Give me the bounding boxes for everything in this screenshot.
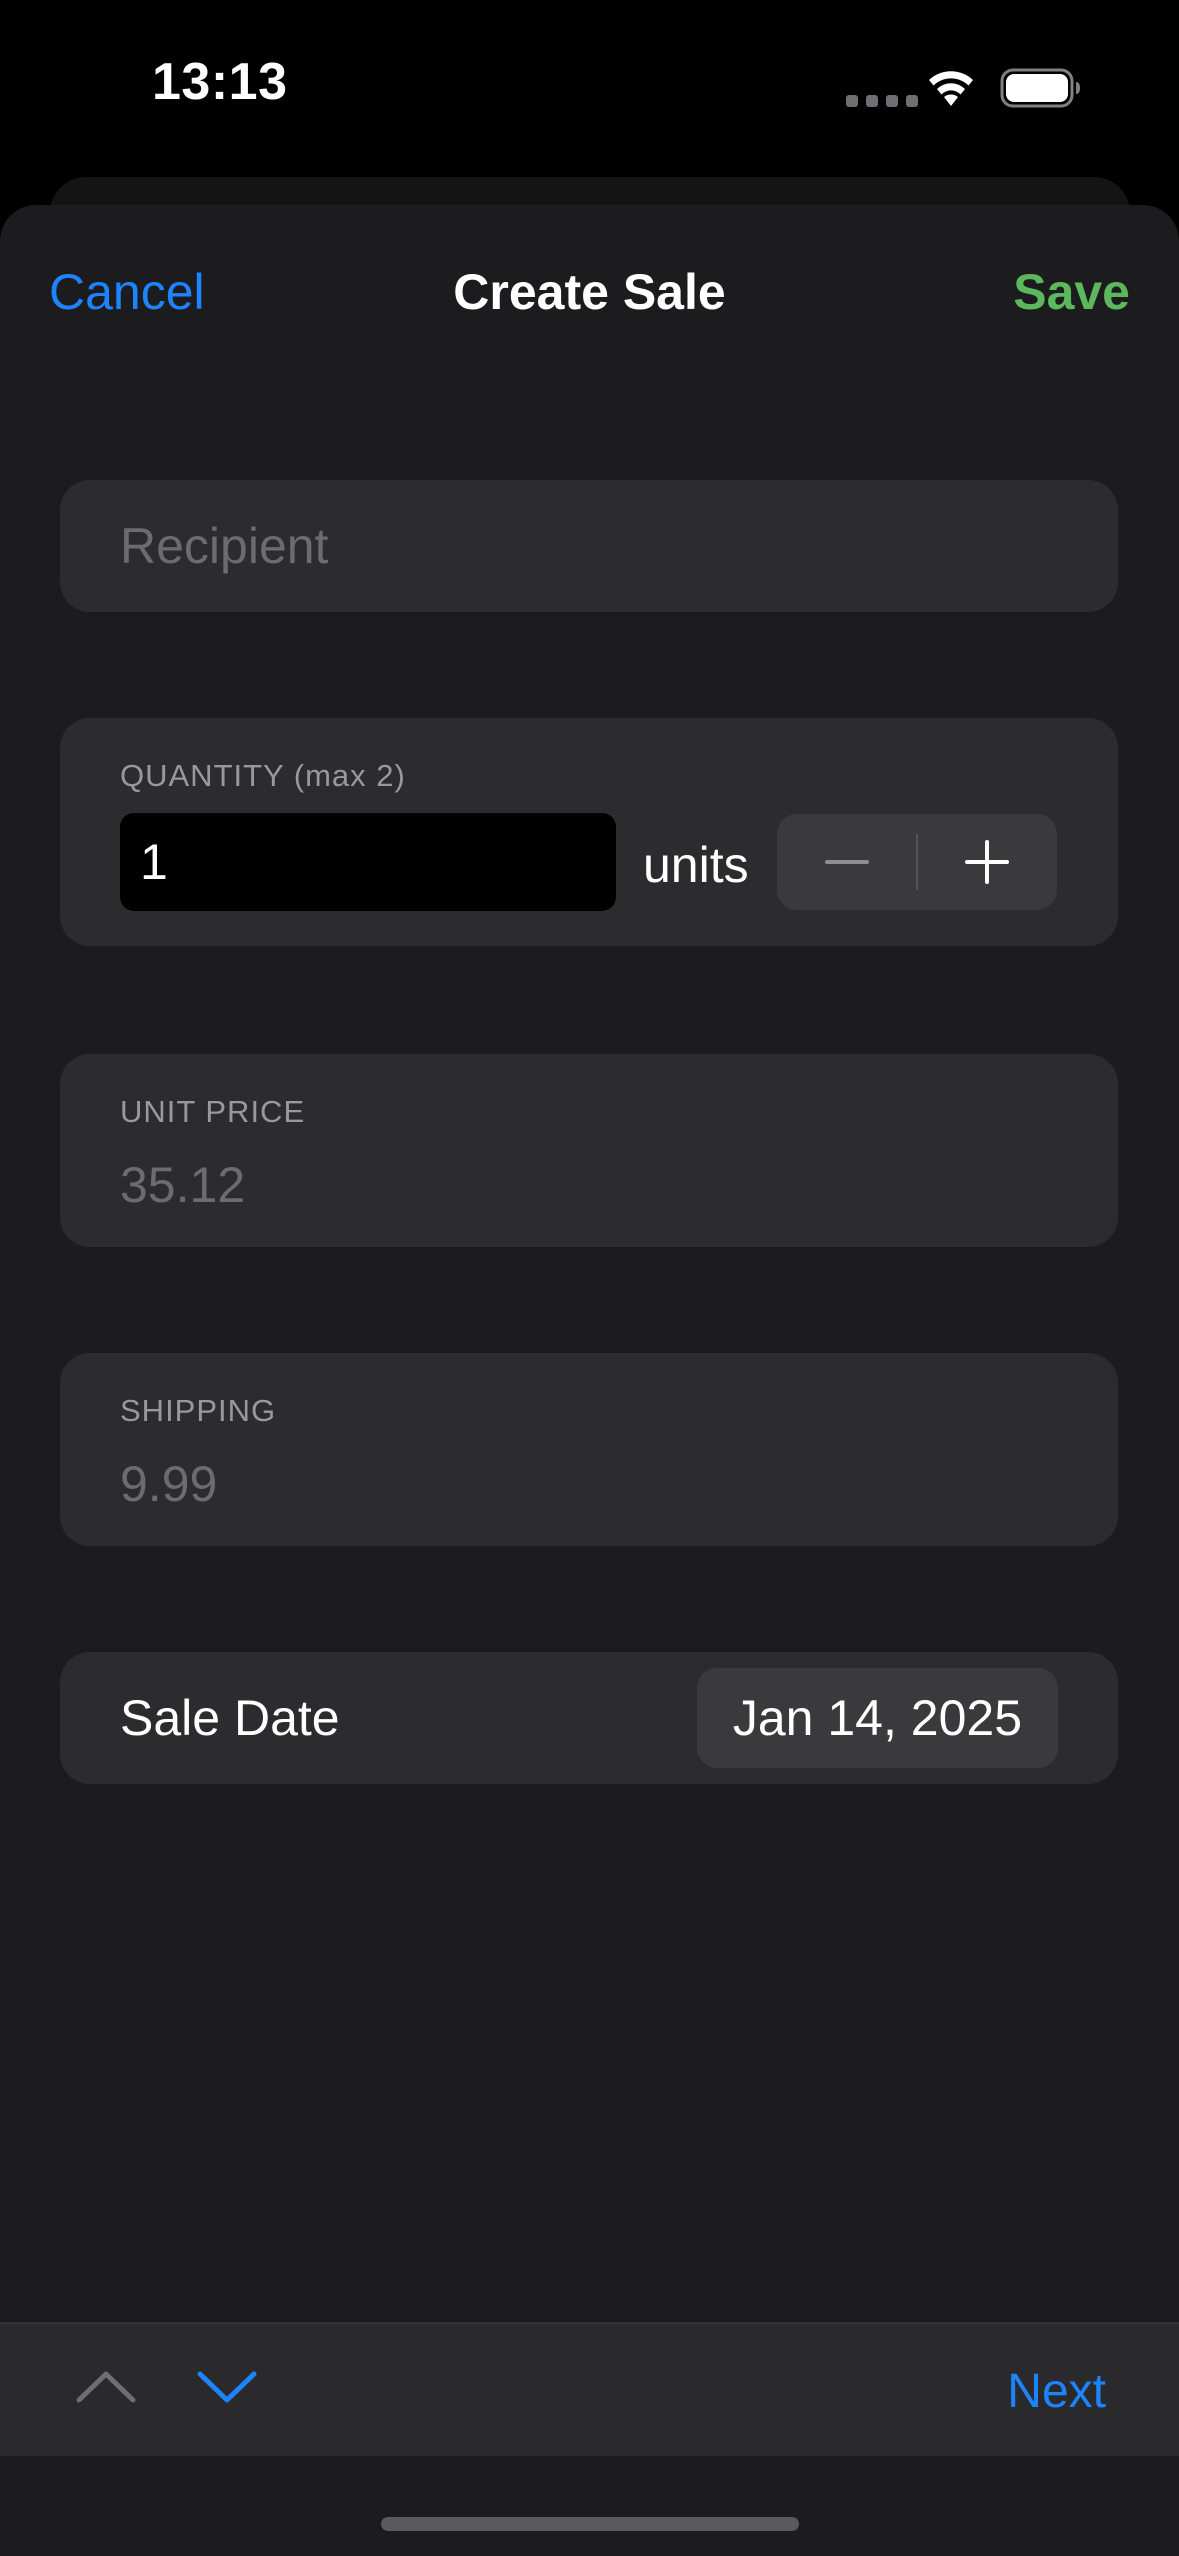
increment-button[interactable]	[917, 814, 1057, 910]
shipping-label: SHIPPING	[120, 1393, 277, 1428]
sale-date-label: Sale Date	[120, 1690, 340, 1746]
status-time: 13:13	[152, 53, 288, 111]
battery-icon	[1000, 68, 1080, 108]
chevron-down-icon[interactable]	[196, 2366, 258, 2406]
cancel-button[interactable]: Cancel	[49, 263, 205, 321]
quantity-units-label: units	[643, 837, 749, 893]
unit-price-label: UNIT PRICE	[120, 1094, 306, 1129]
quantity-card: QUANTITY (max 2) units	[60, 718, 1118, 946]
decrement-button[interactable]	[777, 814, 917, 910]
next-button[interactable]: Next	[1007, 2364, 1106, 2419]
screen: 13:13 Create Sale Cancel Save QUANTITY (…	[0, 0, 1179, 2556]
sale-date-card: Sale Date Jan 14, 2025	[60, 1652, 1118, 1784]
quantity-stepper	[777, 814, 1057, 910]
cellular-signal-icon	[846, 95, 918, 107]
sale-date-picker[interactable]: Jan 14, 2025	[696, 1668, 1058, 1768]
keyboard-accessory-bar: Next	[0, 2322, 1179, 2456]
recipient-input[interactable]	[120, 480, 1060, 612]
wifi-icon	[929, 71, 973, 106]
shipping-value[interactable]: 9.99	[120, 1455, 217, 1513]
quantity-input[interactable]	[120, 813, 616, 911]
shipping-card[interactable]: SHIPPING 9.99	[60, 1353, 1118, 1546]
recipient-card	[60, 480, 1118, 612]
unit-price-value[interactable]: 35.12	[120, 1156, 245, 1214]
save-button[interactable]: Save	[1013, 263, 1130, 321]
create-sale-sheet: Create Sale Cancel Save QUANTITY (max 2)…	[0, 205, 1179, 2556]
quantity-label: QUANTITY (max 2)	[120, 758, 406, 793]
home-indicator[interactable]	[381, 2517, 799, 2531]
minus-icon	[825, 860, 869, 864]
chevron-up-icon[interactable]	[75, 2366, 137, 2406]
unit-price-card[interactable]: UNIT PRICE 35.12	[60, 1054, 1118, 1247]
